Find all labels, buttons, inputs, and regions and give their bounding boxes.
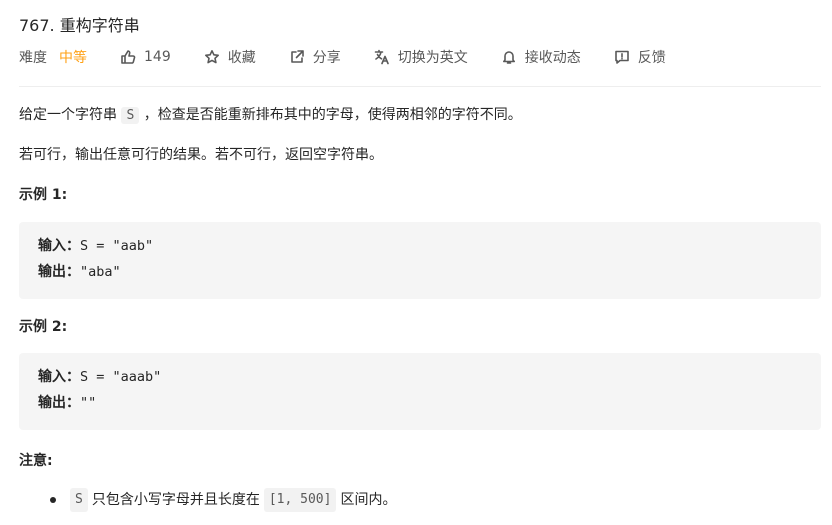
like-count: 149 xyxy=(144,49,171,65)
note-text-1: 只包含小写字母并且长度在 xyxy=(91,492,260,508)
problem-meta-bar: 难度 中等 149 收藏 分享 切换为英文 接收动态 反馈 xyxy=(19,46,699,68)
thumbs-up-icon xyxy=(121,50,136,64)
example-1-output-line: 输出："aba" xyxy=(38,262,121,282)
favorite-button[interactable]: 收藏 xyxy=(204,47,256,67)
note-inline-code-s: S xyxy=(70,488,88,512)
notify-label: 接收动态 xyxy=(524,50,581,66)
share-label: 分享 xyxy=(312,50,341,66)
inline-code-s: S xyxy=(121,107,140,124)
share-icon xyxy=(290,50,304,63)
favorite-label: 收藏 xyxy=(227,50,256,66)
switch-language-label: 切换为英文 xyxy=(397,50,468,66)
description-paragraph-1: 给定一个字符串 S ，检查是否能重新排布其中的字母，使得两相邻的字符不同。 xyxy=(19,107,522,124)
problem-title: 767. 重构字符串 xyxy=(19,16,140,35)
example-2-output-value: "" xyxy=(80,395,97,411)
description-paragraph-2: 若可行，输出任意可行的结果。若不可行，返回空字符串。 xyxy=(19,147,383,163)
star-icon xyxy=(204,50,219,64)
example-2-input-value: S = "aaab" xyxy=(80,369,162,385)
example-1-input-label: 输入： xyxy=(38,238,80,254)
like-button[interactable]: 149 xyxy=(120,49,171,65)
share-button[interactable]: 分享 xyxy=(289,47,341,67)
bullet-dot xyxy=(50,497,56,503)
example-1-block: 输入：S = "aab" 输出："aba" xyxy=(19,222,821,299)
notify-button[interactable]: 接收动态 xyxy=(501,47,581,67)
note-inline-code-range: [1, 500] xyxy=(263,488,337,512)
translate-icon xyxy=(374,49,389,65)
feedback-icon xyxy=(614,50,629,64)
example-1-output-value: "aba" xyxy=(80,264,121,280)
example-2-output-line: 输出："" xyxy=(38,393,96,413)
example-1-output-label: 输出： xyxy=(38,264,80,280)
meta-divider xyxy=(19,86,821,87)
difficulty-label: 难度 xyxy=(19,50,47,66)
feedback-button[interactable]: 反馈 xyxy=(614,47,666,67)
switch-language-button[interactable]: 切换为英文 xyxy=(374,47,468,67)
example-2-block: 输入：S = "aaab" 输出："" xyxy=(19,353,821,430)
note-title: 注意: xyxy=(19,453,53,469)
example-2-output-label: 输出： xyxy=(38,395,80,411)
note-list-item: S 只包含小写字母并且长度在 [1, 500] 区间内。 xyxy=(19,488,396,512)
example-2-input-label: 输入： xyxy=(38,369,80,385)
example-1-input-line: 输入：S = "aab" xyxy=(38,236,153,256)
note-text-2: 区间内。 xyxy=(340,492,397,508)
example-2-title: 示例 2: xyxy=(19,319,68,335)
difficulty-value: 中等 xyxy=(59,50,87,66)
example-1-title: 示例 1: xyxy=(19,187,68,203)
example-1-input-value: S = "aab" xyxy=(80,238,154,254)
example-2-input-line: 输入：S = "aaab" xyxy=(38,367,161,387)
feedback-label: 反馈 xyxy=(637,50,666,66)
bell-icon xyxy=(502,51,515,64)
